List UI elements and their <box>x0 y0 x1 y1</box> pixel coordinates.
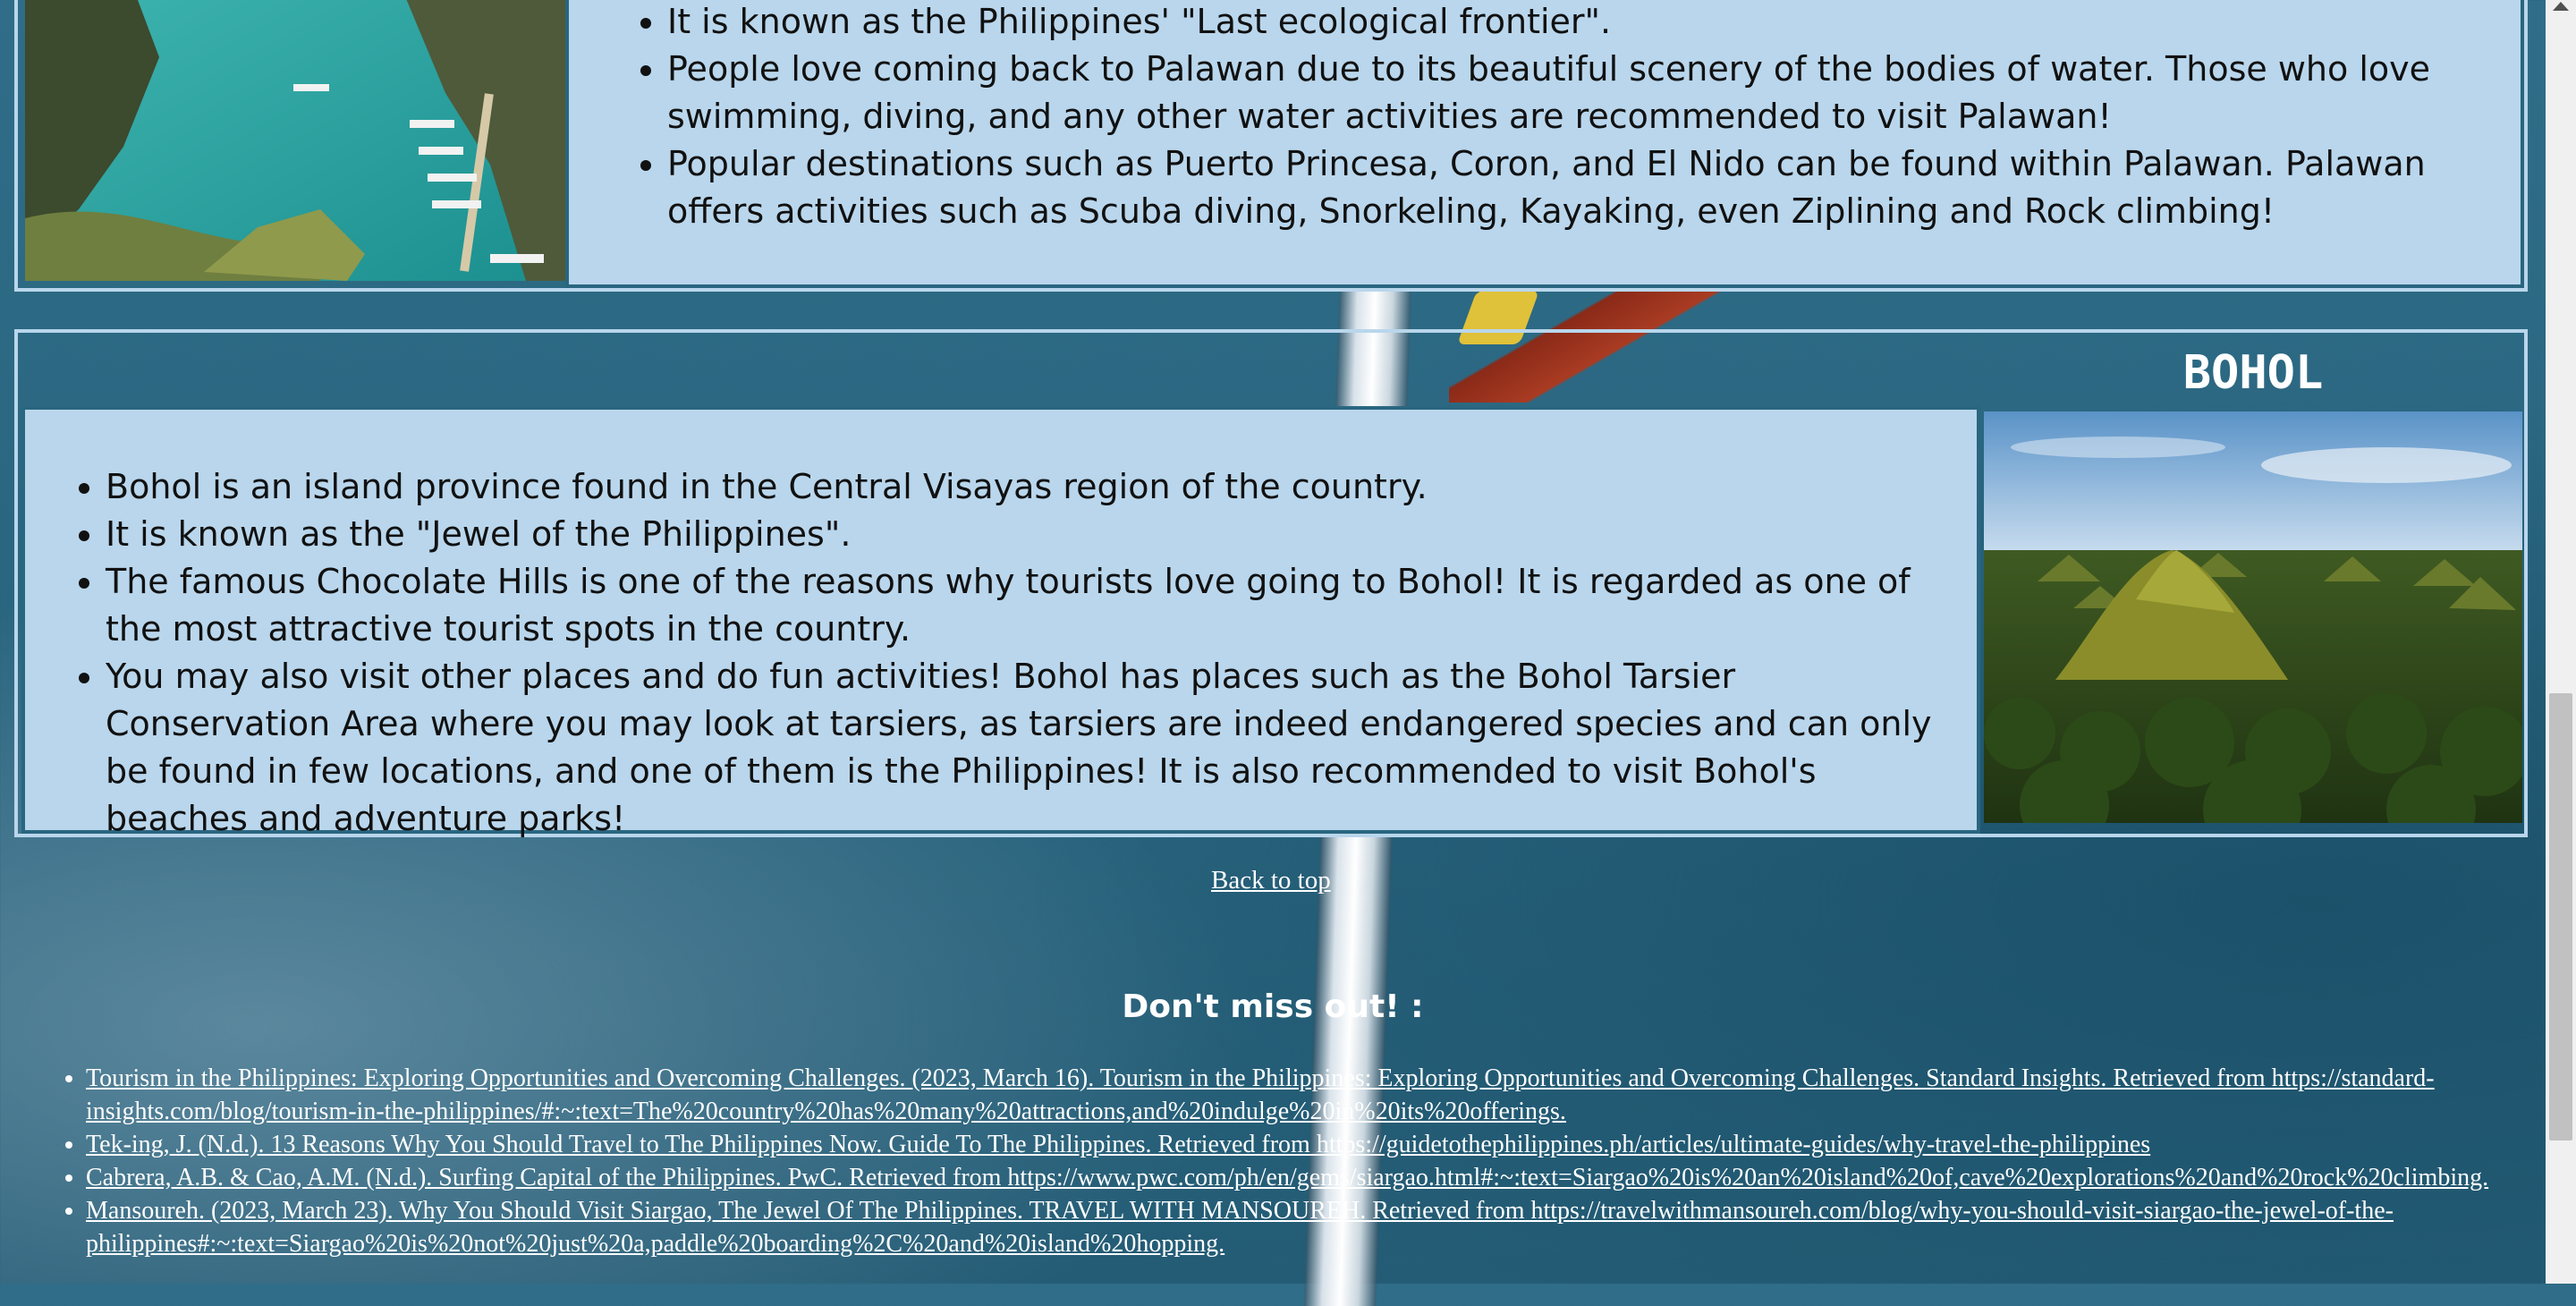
bohol-section: BOHOL Bohol is an island province found … <box>14 329 2529 859</box>
list-item: You may also visit other places and do f… <box>106 653 1950 843</box>
reference-link[interactable]: Mansoureh. (2023, March 23). Why You Sho… <box>86 1197 2394 1258</box>
palawan-facts-list: It is known as the Philippines' "Last ec… <box>587 0 2512 235</box>
scrollbar-thumb[interactable] <box>2549 693 2572 1141</box>
reference-link[interactable]: Tourism in the Philippines: Exploring Op… <box>86 1064 2435 1125</box>
references-list: Tourism in the Philippines: Exploring Op… <box>0 1062 2576 1260</box>
palawan-photo <box>25 0 565 281</box>
chocolate-hills-photo <box>1984 411 2529 859</box>
list-item: Bohol is an island province found in the… <box>106 463 1950 511</box>
reference-link[interactable]: Cabrera, A.B. & Cao, A.M. (N.d.). Surfin… <box>86 1164 2488 1192</box>
vertical-scrollbar[interactable] <box>2546 0 2576 1284</box>
references-heading: Don't miss out! : <box>1122 988 1424 1025</box>
reference-item: Mansoureh. (2023, March 23). Why You Sho… <box>86 1194 2576 1260</box>
list-item: The famous Chocolate Hills is one of the… <box>106 558 1950 653</box>
reference-link[interactable]: Tek-ing, J. (N.d.). 13 Reasons Why You S… <box>86 1131 2150 1158</box>
palawan-facts-panel: It is known as the Philippines' "Last ec… <box>565 0 2524 288</box>
palawan-section: It is known as the Philippines' "Last ec… <box>14 0 2528 292</box>
back-to-top-link[interactable]: Back to top <box>1211 866 1331 895</box>
list-item: People love coming back to Palawan due t… <box>667 46 2485 140</box>
reference-item: Cabrera, A.B. & Cao, A.M. (N.d.). Surfin… <box>86 1161 2576 1194</box>
list-item: Popular destinations such as Puerto Prin… <box>667 140 2485 235</box>
bohol-facts-list: Bohol is an island province found in the… <box>25 463 1977 843</box>
list-item: It is known as the "Jewel of the Philipp… <box>106 511 1950 558</box>
reference-item: Tek-ing, J. (N.d.). 13 Reasons Why You S… <box>86 1128 2576 1161</box>
bohol-facts-panel: Bohol is an island province found in the… <box>21 406 1980 838</box>
bohol-title: BOHOL <box>2182 346 2324 400</box>
scroll-up-arrow-icon[interactable] <box>2553 2 2569 11</box>
list-item: It is known as the Philippines' "Last ec… <box>667 0 2485 46</box>
reference-item: Tourism in the Philippines: Exploring Op… <box>86 1062 2576 1128</box>
